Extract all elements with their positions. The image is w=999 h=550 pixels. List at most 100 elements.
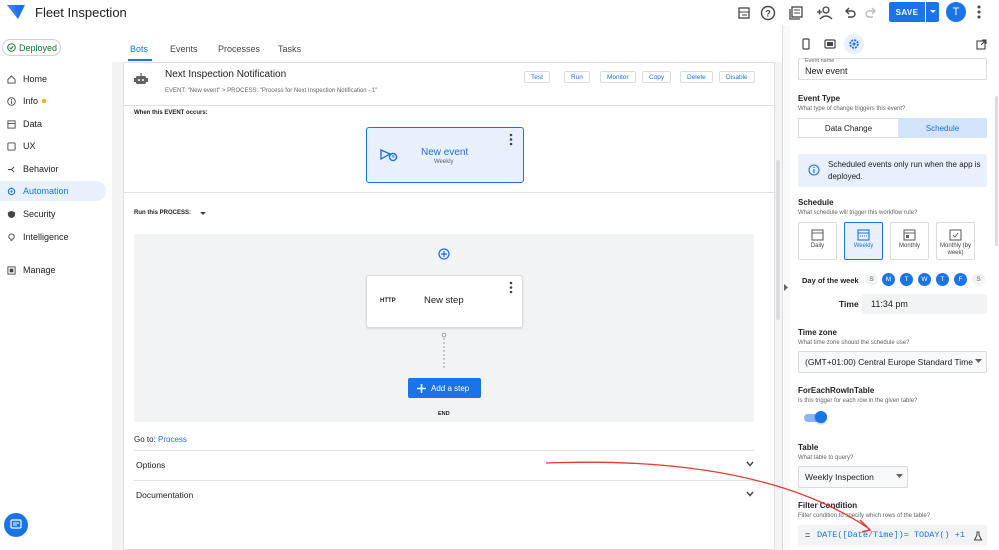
chat-icon: [10, 519, 22, 529]
event-card[interactable]: New event Weekly: [366, 127, 524, 183]
schedule-monthly-by-week[interactable]: Monthly (by week): [936, 222, 975, 260]
sidebar-item-label: Manage: [23, 265, 56, 275]
day-wed[interactable]: W: [918, 273, 931, 286]
sidebar-item-label: Automation: [23, 186, 69, 196]
day-sun[interactable]: S: [865, 273, 878, 286]
redo-icon[interactable]: [861, 3, 881, 23]
open-external-icon[interactable]: [971, 34, 991, 54]
timezone-select[interactable]: (GMT+01:00) Central Europe Standard Time: [798, 351, 987, 373]
day-thu[interactable]: T: [936, 273, 949, 286]
sidebar-item-automation[interactable]: Automation: [0, 181, 106, 201]
panel-splitter[interactable]: [782, 26, 790, 550]
bot-icon: [134, 72, 148, 86]
panel-scrollbar[interactable]: [995, 96, 998, 246]
documentation-accordion[interactable]: Documentation: [136, 485, 754, 505]
foreachrow-toggle-knob[interactable]: [815, 411, 827, 423]
tab-events[interactable]: Events: [170, 44, 198, 54]
info-icon: [7, 96, 16, 106]
delete-button[interactable]: Delete: [680, 71, 713, 83]
main-scrollbar[interactable]: [776, 160, 780, 320]
foreachrow-label: ForEachRowInTable: [798, 386, 875, 395]
tab-processes[interactable]: Processes: [218, 44, 260, 54]
undo-icon[interactable]: [840, 3, 860, 23]
schedule-monthly[interactable]: Monthly: [890, 222, 929, 260]
time-field[interactable]: 11:34 pm: [862, 294, 987, 314]
add-circle-icon: [438, 248, 450, 260]
bot-card: Next Inspection Notification EVENT: "New…: [123, 62, 776, 550]
info-banner: Scheduled events only run when the app i…: [798, 154, 987, 187]
lightbulb-icon: [8, 232, 15, 241]
more-vert-icon: [509, 133, 513, 146]
sidebar-item-ux[interactable]: UX: [0, 136, 106, 156]
sidebar-item-label: Behavior: [23, 164, 59, 174]
end-label: END: [438, 411, 450, 417]
run-button[interactable]: Run: [564, 71, 590, 83]
tablet-preview-icon[interactable]: [820, 34, 840, 54]
test-button[interactable]: Test: [524, 71, 550, 83]
copy-button[interactable]: Copy: [642, 71, 672, 83]
filter-label: Filter Condition: [798, 501, 858, 510]
divider: [124, 105, 776, 106]
sidebar-item-label: Intelligence: [23, 232, 69, 242]
add-step-button[interactable]: Add a step: [408, 378, 481, 398]
deployed-status-badge[interactable]: Deployed: [2, 39, 61, 56]
save-button[interactable]: SAVE: [889, 2, 925, 22]
table-icon[interactable]: [734, 3, 754, 23]
schedule-weekly[interactable]: Weekly: [844, 222, 883, 260]
event-type-data-change[interactable]: Data Change: [798, 118, 899, 138]
filter-hint: Filter condition to specify which rows o…: [798, 513, 931, 519]
sidebar-item-info[interactable]: Info: [0, 91, 106, 111]
time-label: Time: [839, 299, 859, 309]
divider: [134, 450, 754, 451]
step-type-label: HTTP: [380, 298, 396, 304]
divider: [134, 480, 754, 481]
sidebar-item-manage[interactable]: Manage: [0, 260, 106, 280]
timezone-hint: What time zone should the schedule use?: [798, 340, 910, 346]
chevron-down-icon: [746, 461, 754, 467]
day-tue[interactable]: T: [900, 273, 913, 286]
avatar[interactable]: T: [946, 2, 966, 22]
divider: [124, 192, 776, 193]
behavior-icon: [7, 165, 15, 173]
docs-icon[interactable]: [786, 3, 806, 23]
sidebar-item-security[interactable]: Security: [0, 204, 106, 224]
monitor-button[interactable]: Monitor: [600, 71, 636, 83]
calendar-month-icon: [903, 229, 916, 241]
tab-tasks[interactable]: Tasks: [278, 44, 301, 54]
add-person-icon[interactable]: [815, 3, 835, 23]
event-name-field[interactable]: Event name New event: [798, 58, 987, 80]
deployed-label: Deployed: [19, 42, 58, 53]
table-select[interactable]: Weekly Inspection: [798, 466, 908, 488]
chevron-down-icon: [975, 359, 982, 363]
goto-line: Go to: Process: [134, 435, 187, 444]
sidebar-item-label: Info: [23, 96, 39, 106]
tab-bots[interactable]: Bots: [130, 44, 148, 54]
more-vert-icon[interactable]: [975, 4, 983, 20]
sidebar-item-intelligence[interactable]: Intelligence: [0, 227, 106, 247]
foreachrow-hint: Is this trigger for each row in the give…: [798, 398, 918, 404]
chat-button[interactable]: [4, 513, 28, 537]
more-vert-icon: [509, 281, 513, 294]
sidebar-item-data[interactable]: Data: [0, 114, 106, 134]
filter-expression-field[interactable]: = DATE([Date/Time])= TODAY() +1: [798, 525, 987, 546]
day-fri[interactable]: F: [954, 273, 967, 286]
schedule-option-label: Weekly: [853, 243, 874, 249]
event-type-schedule[interactable]: Schedule: [898, 118, 987, 138]
step-card[interactable]: HTTP New step: [366, 275, 523, 328]
sidebar-item-home[interactable]: Home: [0, 69, 106, 89]
schedule-daily[interactable]: Daily: [798, 222, 837, 260]
day-sat[interactable]: S: [972, 273, 985, 286]
event-type-hint: What type of change triggers this event?: [798, 106, 906, 112]
disable-button[interactable]: Disable: [719, 71, 755, 83]
settings-gear-icon[interactable]: [844, 34, 864, 54]
mobile-preview-icon[interactable]: [796, 34, 816, 54]
sidebar-item-behavior[interactable]: Behavior: [0, 159, 106, 179]
schedule-hint: What schedule will trigger this workflow…: [798, 210, 918, 216]
home-icon: [7, 74, 16, 84]
main-area: Bots Events Processes Tasks Next Inspect…: [112, 26, 782, 550]
save-options-button[interactable]: [926, 2, 939, 22]
options-accordion[interactable]: Options: [136, 455, 754, 475]
day-mon[interactable]: M: [882, 273, 895, 286]
help-icon[interactable]: ?: [758, 3, 778, 23]
goto-process-link[interactable]: Process: [158, 435, 187, 444]
